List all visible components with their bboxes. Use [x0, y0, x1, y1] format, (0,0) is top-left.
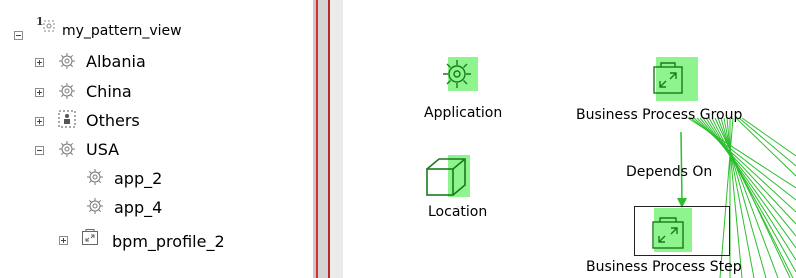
gear-icon: [59, 83, 75, 99]
tree-root-label[interactable]: my_pattern_view: [62, 22, 182, 40]
tree-item-label[interactable]: app_4: [114, 199, 162, 217]
edge-label: Depends On: [626, 164, 713, 180]
collapse-toggle-icon[interactable]: [14, 31, 23, 40]
expand-toggle-icon[interactable]: [59, 236, 68, 245]
tree-item-label[interactable]: app_2: [114, 170, 162, 188]
gear-icon: [87, 169, 103, 185]
business-process-icon: [82, 229, 98, 245]
node-label: Location: [428, 204, 488, 220]
tree-item-label[interactable]: Albania: [86, 53, 146, 71]
splitter-handle[interactable]: [318, 0, 328, 278]
node-label: Application: [424, 105, 503, 121]
edge-fan: [677, 117, 796, 278]
expand-toggle-icon[interactable]: [35, 117, 44, 126]
gear-icon: [87, 198, 103, 214]
gear-icon: [59, 53, 75, 69]
expand-toggle-icon[interactable]: [35, 88, 44, 97]
gear-icon: [440, 57, 478, 95]
tree-item-label[interactable]: Others: [86, 112, 140, 130]
tree-item-label[interactable]: bpm_profile_2: [112, 233, 225, 251]
business-process-group-icon: [648, 57, 698, 101]
pattern-view-icon: 1: [36, 15, 58, 37]
node-label: Business Process Group: [576, 107, 743, 123]
business-process-step-icon: [646, 208, 694, 252]
node-label: Business Process Step: [586, 259, 742, 275]
panel-splitter[interactable]: [313, 0, 343, 278]
tree-item-label[interactable]: China: [86, 83, 132, 101]
group-icon: [58, 110, 76, 128]
pattern-tree-panel: 1 my_pattern_view Albania China Others U…: [0, 0, 313, 278]
expand-toggle-icon[interactable]: [35, 58, 44, 67]
gear-icon: [59, 141, 75, 157]
splitter-edge: [330, 0, 343, 278]
cube-icon: [424, 155, 484, 199]
pattern-canvas[interactable]: Application Business Process Group Locat…: [358, 0, 796, 278]
collapse-toggle-icon[interactable]: [35, 146, 44, 155]
tree-item-label[interactable]: USA: [86, 141, 119, 159]
